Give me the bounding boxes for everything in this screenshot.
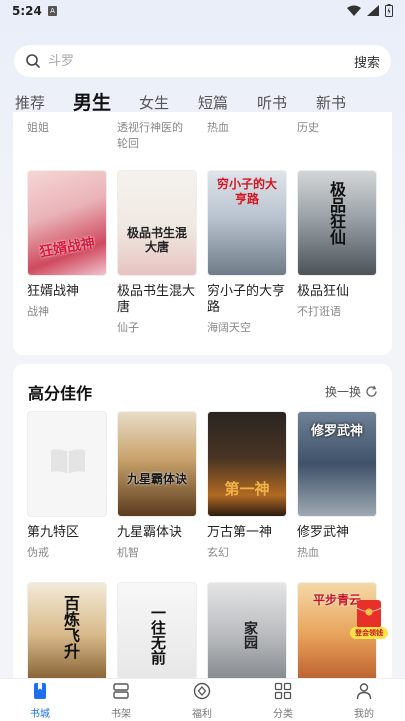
book-item[interactable]: 第一神 万古第一神 玄幻 <box>207 411 289 560</box>
book-title: 穷小子的大亨路 <box>207 284 286 315</box>
book-item[interactable]: 一往无前 <box>117 582 199 688</box>
cover-title: 一往无前 <box>149 605 167 665</box>
book-item[interactable]: 百炼飞升 <box>27 582 109 688</box>
book-title: 极品狂仙 <box>297 284 350 299</box>
nav-label: 分类 <box>273 709 293 720</box>
tab-female[interactable]: 女生 <box>139 92 169 113</box>
book-cover: 极品书生混大唐 <box>117 170 197 276</box>
refresh-icon <box>366 385 377 397</box>
section-title: 高分佳作 <box>28 384 93 403</box>
book-author: 玄幻 <box>207 546 229 559</box>
tab-short[interactable]: 短篇 <box>198 92 228 113</box>
search-button[interactable]: 搜索 <box>354 52 380 71</box>
status-bar: 5:24 A <box>0 0 405 24</box>
welfare-icon <box>193 682 211 700</box>
wifi-icon <box>347 5 361 16</box>
nav-category[interactable]: 分类 <box>253 682 313 720</box>
nav-welfare[interactable]: 福利 <box>172 682 232 720</box>
nav-label: 我的 <box>354 709 374 720</box>
cover-title: 极品书生混大唐 <box>126 226 187 254</box>
red-packet-label: 登会领钱 <box>350 627 388 639</box>
profile-icon <box>356 683 372 700</box>
cover-title: 家园 <box>242 621 258 649</box>
nav-label: 福利 <box>192 709 212 720</box>
book-cover: 九星霸体诀 <box>117 411 197 517</box>
book-author: 热血 <box>297 546 319 559</box>
book-item[interactable]: 狂婿战神 狂婿战神 战神 <box>27 170 109 319</box>
book-item[interactable]: 修罗武神 修罗武神 热血 <box>297 411 379 560</box>
cover-title: 第一神 <box>224 480 270 498</box>
book-author: 机智 <box>117 546 139 559</box>
status-time: 5:24 <box>12 4 42 18</box>
tab-new[interactable]: 新书 <box>316 92 346 113</box>
book-author: 伪戒 <box>27 546 49 559</box>
nav-bookshelf[interactable]: 书架 <box>91 682 151 720</box>
book-item[interactable]: 第九特区 伪戒 <box>27 411 109 560</box>
nav-profile[interactable]: 我的 <box>334 682 394 720</box>
book-cover: 一往无前 <box>117 582 197 688</box>
partial-sub: 姐姐 <box>27 121 49 134</box>
red-packet-icon <box>356 600 382 628</box>
cover-title: 狂婿战神 <box>38 235 97 261</box>
book-item[interactable]: 九星霸体诀 九星霸体诀 机智 <box>117 411 199 560</box>
book-author: 仙子 <box>117 321 139 334</box>
book-cover: 修罗武神 <box>297 411 377 517</box>
category-icon <box>274 682 292 700</box>
book-title: 万古第一神 <box>207 525 273 540</box>
cover-title: 九星霸体诀 <box>126 472 187 486</box>
book-title: 九星霸体诀 <box>117 525 183 540</box>
bookstore-icon <box>34 683 46 699</box>
book-title: 第九特区 <box>27 525 80 540</box>
battery-icon <box>385 4 393 17</box>
book-title: 修罗武神 <box>297 525 350 540</box>
nav-label: 书城 <box>30 709 50 720</box>
book-item[interactable]: 极品书生混大唐 极品书生混大唐 仙子 <box>117 170 199 335</box>
book-placeholder-icon <box>51 449 85 474</box>
book-cover-placeholder <box>27 411 107 517</box>
refresh-label: 换一换 <box>324 385 361 399</box>
partial-sub: 热血 <box>207 121 229 134</box>
nav-label: 书架 <box>111 709 131 720</box>
book-cover: 家园 <box>207 582 287 688</box>
search-icon <box>26 54 40 68</box>
cover-title: 极品狂仙 <box>327 181 346 245</box>
book-author: 海阔天空 <box>207 321 251 334</box>
book-cover: 穷小子的大亨路 <box>207 170 287 276</box>
book-item[interactable]: 极品狂仙 极品狂仙 不打诳语 <box>297 170 379 319</box>
signal-icon <box>367 5 379 16</box>
notification-a-icon: A <box>48 6 57 16</box>
tab-audiobook[interactable]: 听书 <box>257 92 287 113</box>
bookshelf-icon <box>113 683 129 699</box>
search-bar[interactable]: 搜索 <box>14 45 391 77</box>
red-packet-button[interactable]: 登会领钱 <box>350 600 388 640</box>
status-icons <box>347 4 393 17</box>
book-cover: 第一神 <box>207 411 287 517</box>
book-item[interactable]: 家园 <box>207 582 289 688</box>
cover-title: 修罗武神 <box>310 424 363 439</box>
search-input[interactable] <box>48 51 308 71</box>
bottom-nav: 书城 书架 福利 分类 我的 <box>0 678 405 721</box>
cover-title: 穷小子的大亨路 <box>216 177 277 206</box>
book-item[interactable]: 穷小子的大亨路 穷小子的大亨路 海阔天空 <box>207 170 289 335</box>
book-title: 极品书生混大唐 <box>117 284 196 315</box>
book-author: 战神 <box>27 305 49 318</box>
book-cover: 狂婿战神 <box>27 170 107 276</box>
refresh-button[interactable]: 换一换 <box>325 383 378 400</box>
cover-title: 百炼飞升 <box>61 595 80 659</box>
book-author: 不打诳语 <box>297 305 341 318</box>
nav-bookstore[interactable]: 书城 <box>10 682 70 720</box>
partial-book-row: 姐姐 透视行神医的 轮回 热血 历史 <box>0 121 405 151</box>
partial-title: 透视行神医的 <box>117 121 183 134</box>
tab-male[interactable]: 男生 <box>73 88 111 115</box>
book-cover: 极品狂仙 <box>297 170 377 276</box>
book-cover: 百炼飞升 <box>27 582 107 688</box>
partial-sub: 历史 <box>297 121 319 134</box>
partial-sub: 轮回 <box>117 137 139 150</box>
book-title: 狂婿战神 <box>27 284 80 299</box>
tab-recommend[interactable]: 推荐 <box>15 92 45 113</box>
